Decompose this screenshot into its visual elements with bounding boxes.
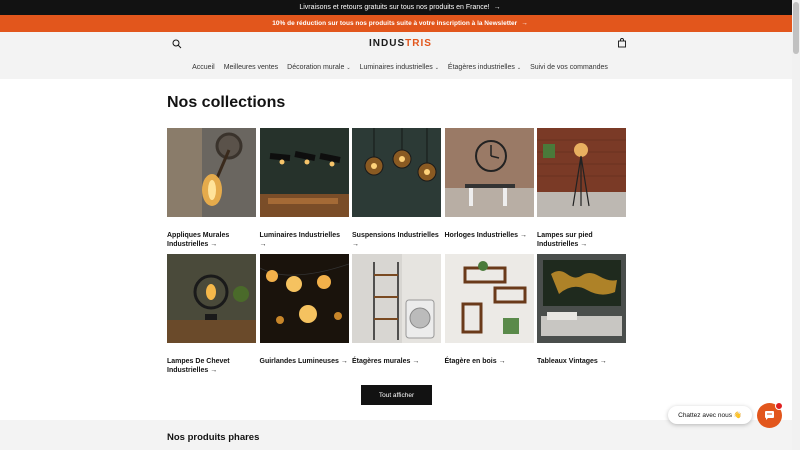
nav-item-decoration-murale[interactable]: Décoration murale ⌄ xyxy=(287,64,350,71)
collection-label: Horloges Industrielles xyxy=(444,232,519,239)
collection-card-lampes-sur-pied[interactable]: Lampes sur pied Industrielles → xyxy=(537,128,626,254)
collection-card-lampes-de-chevet[interactable]: Lampes De Chevet Industrielles → xyxy=(167,254,256,380)
scrollbar-thumb[interactable] xyxy=(793,2,799,54)
collections-grid: Appliques Murales Industrielles → Lumina… xyxy=(167,128,627,380)
arrow-right-icon: → xyxy=(210,241,218,248)
arrow-right-icon: → xyxy=(493,4,501,11)
collection-image xyxy=(259,254,349,343)
collection-image xyxy=(352,128,441,217)
chat-bubble[interactable]: Chattez avec nous 👋 xyxy=(668,406,752,424)
collection-image xyxy=(537,254,626,343)
arrow-right-icon: → xyxy=(498,358,506,365)
collection-card-guirlandes[interactable]: Guirlandes Lumineuses → xyxy=(259,254,349,380)
page-title: Nos collections xyxy=(167,94,286,111)
announcement-bar[interactable]: Livraisons et retours gratuits sur tous … xyxy=(0,0,800,15)
arrow-right-icon: → xyxy=(352,241,359,248)
chevron-down-icon: ⌄ xyxy=(346,65,351,71)
scrollbar[interactable] xyxy=(792,0,800,450)
collection-label: Tableaux Vintages xyxy=(537,358,598,365)
chat-icon xyxy=(765,411,774,420)
collection-image xyxy=(537,128,626,217)
collection-label: Guirlandes Lumineuses xyxy=(259,358,339,365)
arrow-right-icon: → xyxy=(340,358,348,365)
collection-label: Suspensions Industrielles xyxy=(352,232,439,239)
arrow-right-icon: → xyxy=(259,241,267,248)
chevron-down-icon: ⌄ xyxy=(516,65,522,71)
view-all-button[interactable]: Tout afficher xyxy=(361,385,432,405)
site-header: INDUSTRIS Accueil Meilleures ventes Déco… xyxy=(0,32,800,79)
cart-icon[interactable] xyxy=(617,38,627,48)
search-icon[interactable] xyxy=(172,39,182,49)
arrow-right-icon: → xyxy=(580,241,588,248)
collection-image xyxy=(167,128,256,217)
promo-bar[interactable]: 10% de réduction sur tous nos produits s… xyxy=(0,15,800,32)
collection-label: Luminaires Industrielles xyxy=(259,232,341,239)
arrow-right-icon: → xyxy=(519,232,527,239)
collection-label: Étagères murales xyxy=(352,358,411,365)
collection-image xyxy=(259,128,349,217)
promo-text: 10% de réduction sur tous nos produits s… xyxy=(272,20,518,27)
collection-card-horloges[interactable]: Horloges Industrielles → xyxy=(444,128,534,254)
arrow-right-icon: → xyxy=(412,358,420,365)
arrow-right-icon: → xyxy=(210,367,218,374)
collection-image xyxy=(444,254,534,343)
chat-label: Chattez avec nous 👋 xyxy=(678,412,742,419)
collection-label: Appliques Murales Industrielles xyxy=(167,232,230,248)
collection-card-luminaires[interactable]: Luminaires Industrielles → xyxy=(259,128,349,254)
collection-card-etageres-murales[interactable]: Étagères murales → xyxy=(352,254,441,380)
site-logo[interactable]: INDUSTRIS xyxy=(369,38,432,49)
logo-main: INDUS xyxy=(369,38,406,49)
collection-card-suspensions[interactable]: Suspensions Industrielles → xyxy=(352,128,441,254)
main-nav: Accueil Meilleures ventes Décoration mur… xyxy=(0,64,800,71)
nav-item-meilleures-ventes[interactable]: Meilleures ventes xyxy=(224,64,278,71)
announcement-text: Livraisons et retours gratuits sur tous … xyxy=(299,4,490,11)
nav-item-etageres[interactable]: Étagères industrielles ⌄ xyxy=(448,64,521,71)
nav-item-luminaires[interactable]: Luminaires industrielles ⌄ xyxy=(360,64,439,71)
collection-label: Étagère en bois xyxy=(444,358,497,365)
collection-image xyxy=(167,254,256,343)
collection-label: Lampes De Chevet Industrielles xyxy=(167,358,230,374)
arrow-right-icon: → xyxy=(599,358,607,365)
featured-title: Nos produits phares xyxy=(167,432,260,443)
collection-image xyxy=(444,128,534,217)
arrow-right-icon: → xyxy=(521,20,528,27)
featured-section: Nos produits phares xyxy=(0,420,800,450)
collection-card-etagere-en-bois[interactable]: Étagère en bois → xyxy=(444,254,534,380)
collection-image xyxy=(352,254,441,343)
collection-card-tableaux-vintages[interactable]: Tableaux Vintages → xyxy=(537,254,626,380)
chevron-down-icon: ⌄ xyxy=(434,65,439,71)
logo-accent: TRIS xyxy=(405,38,432,49)
collection-card-appliques[interactable]: Appliques Murales Industrielles → xyxy=(167,128,256,254)
nav-item-suivi-commandes[interactable]: Suivi de vos commandes xyxy=(530,64,608,71)
notification-badge xyxy=(775,402,783,410)
nav-item-accueil[interactable]: Accueil xyxy=(192,64,215,71)
